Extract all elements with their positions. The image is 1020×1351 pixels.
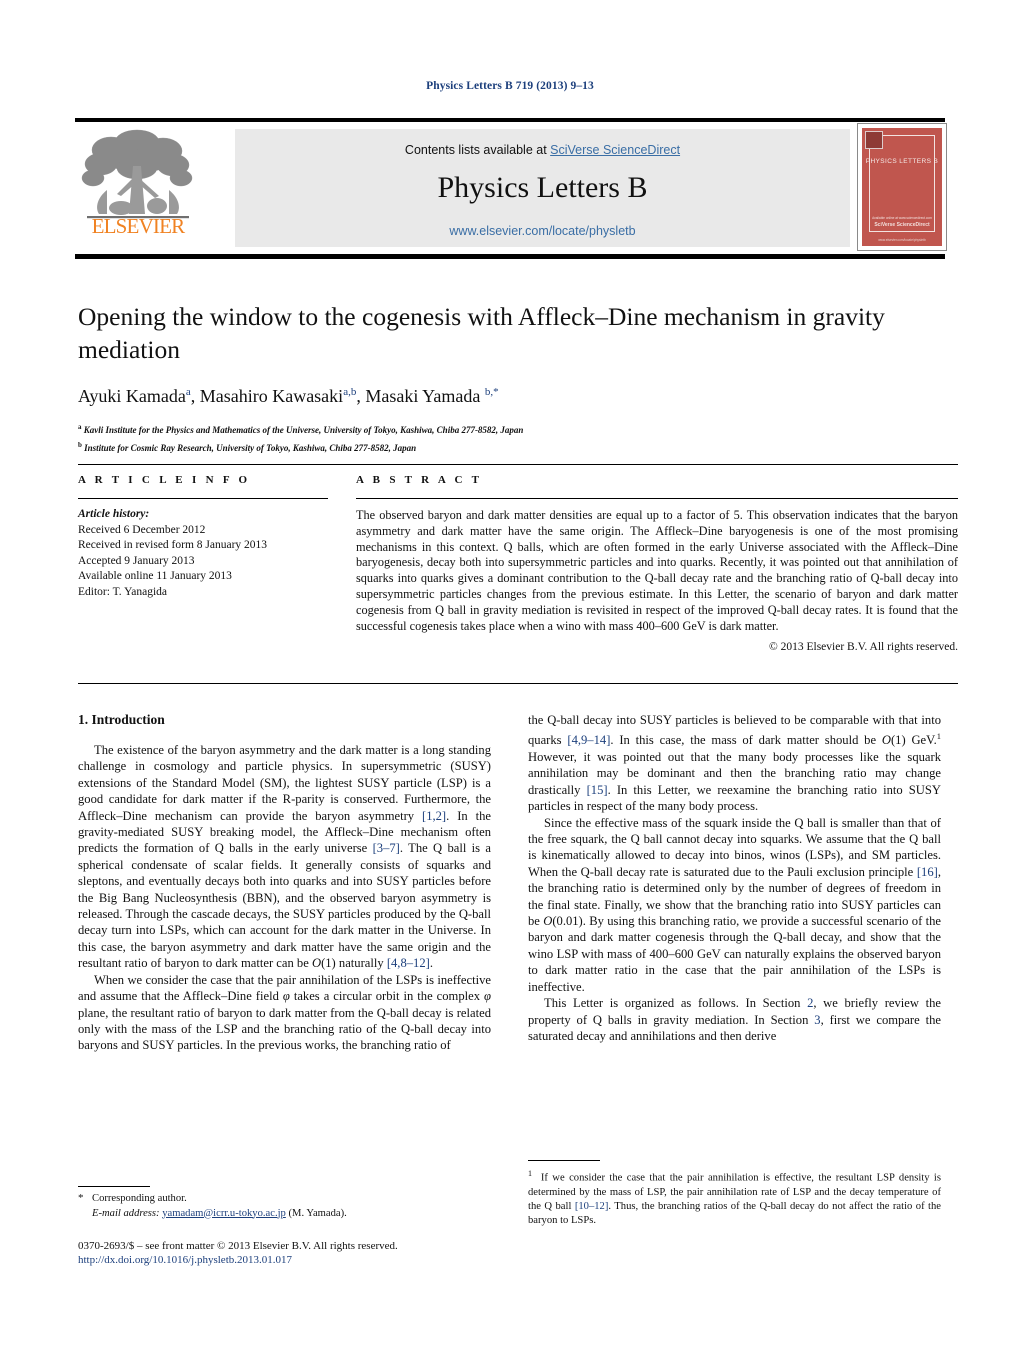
footnote-block: 1 If we consider the case that the pair … — [528, 1160, 941, 1228]
history-item: Received 6 December 2012 — [78, 523, 206, 536]
affiliation-text: Institute for Cosmic Ray Research, Unive… — [84, 442, 417, 453]
author-affil-marker: a — [185, 386, 191, 398]
history-item: Received in revised form 8 January 2013 — [78, 539, 268, 551]
cover-foot-availability: Available online at www.sciencedirect.co… — [872, 216, 932, 220]
footer-rule — [78, 1186, 150, 1187]
article-info-heading: A R T I C L E I N F O — [78, 474, 251, 486]
abstract-heading: A B S T R A C T — [356, 474, 483, 486]
abstract-divider — [356, 498, 958, 499]
author-affil-marker: a,b — [343, 386, 357, 398]
page-title: Opening the window to the cogenesis with… — [78, 302, 885, 364]
journal-title: Physics Letters B — [437, 171, 648, 204]
affiliation-marker: a — [78, 423, 82, 431]
citation-ref[interactable]: [1,2] — [422, 809, 446, 823]
body-paragraph: the Q-ball decay into SUSY particles is … — [528, 713, 941, 814]
history-item: Accepted 9 January 2013 — [78, 554, 195, 567]
page-footer: * Corresponding author. E-mail address: … — [78, 1186, 491, 1266]
footnote-marker[interactable]: 1 — [937, 731, 941, 741]
body-paragraph: When we consider the case that the pair … — [78, 972, 491, 1053]
body-column-left: 1. Introduction The existence of the bar… — [78, 712, 491, 1054]
article-history: Article history: Received 6 December 201… — [78, 507, 328, 600]
contents-prefix: Contents lists available at — [404, 143, 551, 157]
body-paragraph: The existence of the baryon asymmetry an… — [78, 743, 491, 971]
cover-foot-url: www.elsevier.com/locate/physletb — [878, 238, 926, 242]
contents-available-line: Contents lists available at SciVerse Sci… — [235, 143, 850, 157]
citation-ref[interactable]: [15] — [587, 783, 608, 797]
cover-foot-brand: SciVerse ScienceDirect — [874, 222, 930, 228]
title-block: Opening the window to the cogenesis with… — [78, 300, 958, 455]
article-history-label: Article history: — [78, 508, 150, 520]
sciencedirect-link[interactable]: SciVerse ScienceDirect — [550, 143, 680, 157]
cover-title: PHYSICS LETTERS B — [865, 158, 939, 165]
corresponding-author-note: * Corresponding author. E-mail address: … — [78, 1192, 491, 1221]
corresponding-star-icon: * — [78, 1192, 84, 1204]
corresponding-author-label: Corresponding author. — [92, 1193, 187, 1204]
footnote-number: 1 — [528, 1169, 532, 1178]
citation-ref[interactable]: [10–12] — [575, 1201, 609, 1212]
body-column-right: the Q-ball decay into SUSY particles is … — [528, 712, 941, 1044]
citation-ref[interactable]: [16] — [917, 865, 938, 879]
affiliation-list: a Kavli Institute for the Physics and Ma… — [78, 420, 958, 455]
doi-link[interactable]: http://dx.doi.org/10.1016/j.physletb.201… — [78, 1254, 491, 1266]
citation-ref[interactable]: [4,8–12] — [387, 956, 430, 970]
journal-reference: Physics Letters B 719 (2013) 9–13 — [426, 80, 594, 92]
journal-cover-thumbnail[interactable]: PHYSICS LETTERS B Available online at ww… — [857, 123, 947, 251]
abstract-copyright: © 2013 Elsevier B.V. All rights reserved… — [769, 641, 958, 654]
info-top-rule — [78, 464, 958, 465]
citation-ref[interactable]: [4,9–14] — [567, 734, 610, 748]
affiliation-text: Kavli Institute for the Physics and Math… — [83, 425, 524, 435]
paper-page: Physics Letters B 719 (2013) 9–13 ELSEVI… — [0, 0, 1020, 1351]
affiliation-item: a Kavli Institute for the Physics and Ma… — [78, 420, 958, 438]
abstract-column: A B S T R A C T The observed baryon and … — [356, 474, 958, 653]
elsevier-wordmark: ELSEVIER — [91, 214, 186, 238]
body-paragraph: This Letter is organized as follows. In … — [528, 996, 941, 1043]
history-item: Editor: T. Yanagida — [78, 585, 168, 598]
journal-masthead: ELSEVIER Contents lists available at Sci… — [75, 118, 947, 259]
body-paragraph: Since the effective mass of the squark i… — [528, 815, 941, 994]
citation-ref[interactable]: [3–7] — [373, 841, 400, 855]
article-info-column: A R T I C L E I N F O Article history: R… — [78, 474, 328, 600]
abstract-text: The observed baryon and dark matter dens… — [356, 508, 958, 633]
cover-inner: PHYSICS LETTERS B Available online at ww… — [862, 128, 942, 246]
info-bottom-rule — [78, 683, 958, 684]
email-owner: (M. Yamada). — [288, 1207, 347, 1219]
affiliation-item: b Institute for Cosmic Ray Research, Uni… — [78, 438, 958, 456]
section-ref[interactable]: 3 — [814, 1013, 820, 1027]
section-ref[interactable]: 2 — [807, 996, 813, 1010]
history-item: Available online 11 January 2013 — [78, 570, 232, 582]
footnote-text: 1 If we consider the case that the pair … — [528, 1169, 941, 1226]
cover-badge-icon — [865, 131, 883, 149]
section-1-heading: 1. Introduction — [78, 712, 165, 727]
issn-copyright-line: 0370-2693/$ – see front matter © 2013 El… — [78, 1240, 398, 1252]
author-email-link[interactable]: yamadam@icrr.u-tokyo.ac.jp — [162, 1208, 286, 1219]
contents-band: Contents lists available at SciVerse Sci… — [235, 129, 850, 247]
author-affil-marker: b, — [484, 386, 494, 398]
email-address-label: E-mail address: — [92, 1207, 160, 1219]
journal-url-link[interactable]: www.elsevier.com/locate/physletb — [235, 224, 850, 238]
masthead-top-rule — [75, 118, 945, 122]
masthead-bottom-rule — [75, 254, 945, 259]
affiliation-marker: b — [78, 440, 82, 449]
corresponding-marker: * — [493, 386, 499, 398]
author-list: Ayuki Kamadaa, Masahiro Kawasakia,b, Mas… — [78, 386, 499, 406]
article-info-divider — [78, 498, 328, 499]
footnote-rule — [528, 1160, 600, 1161]
